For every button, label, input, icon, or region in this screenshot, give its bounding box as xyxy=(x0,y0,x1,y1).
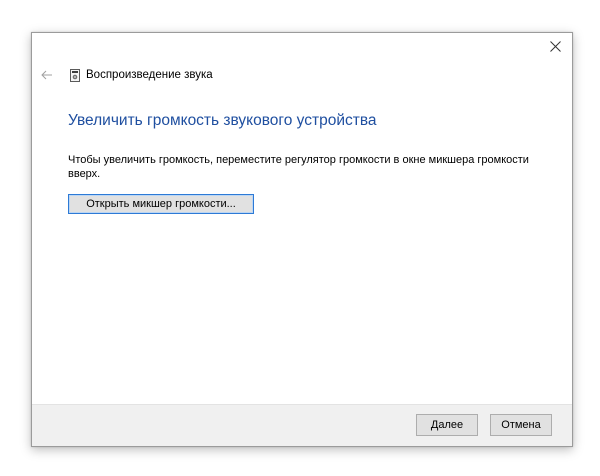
troubleshooter-window: Воспроизведение звука Увеличить громкост… xyxy=(31,32,573,447)
back-button[interactable] xyxy=(39,67,55,83)
cancel-label: Отмена xyxy=(501,419,541,431)
header-bar: Воспроизведение звука xyxy=(39,65,213,85)
next-button[interactable]: Далее xyxy=(416,414,478,436)
close-icon xyxy=(549,40,561,52)
open-volume-mixer-button[interactable]: Открыть микшер громкости... xyxy=(68,194,254,214)
instruction-text: Чтобы увеличить громкость, переместите р… xyxy=(68,154,529,180)
open-volume-mixer-label: Открыть микшер громкости... xyxy=(86,198,236,210)
back-arrow-icon xyxy=(41,70,52,80)
next-label-rest: алее xyxy=(438,419,464,431)
app-title: Воспроизведение звука xyxy=(86,69,213,81)
page-heading: Увеличить громкость звукового устройства xyxy=(68,112,377,129)
footer-bar: Далее Отмена xyxy=(32,404,572,446)
speaker-troubleshooter-icon xyxy=(70,68,80,82)
close-button[interactable] xyxy=(544,35,566,57)
cancel-button[interactable]: Отмена xyxy=(490,414,552,436)
next-accel-letter: Д xyxy=(430,419,439,431)
